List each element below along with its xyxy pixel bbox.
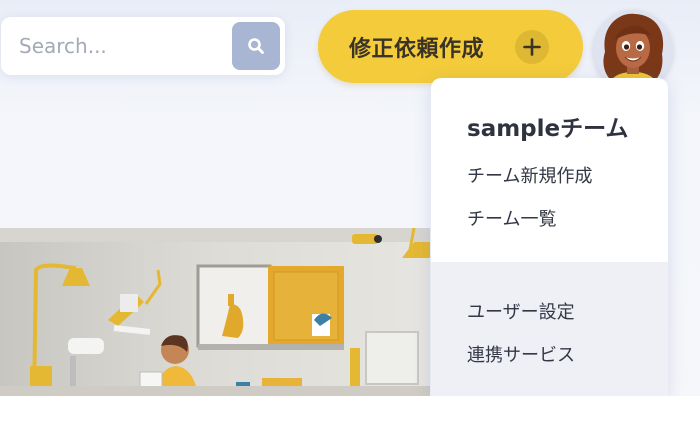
menu-item-user-settings[interactable]: ユーザー設定 xyxy=(467,298,575,324)
search-button[interactable] xyxy=(232,22,280,70)
search-input[interactable] xyxy=(19,31,219,61)
create-request-button[interactable]: 修正依頼作成 xyxy=(318,10,583,83)
menu-item-create-team[interactable]: チーム新規作成 xyxy=(467,162,592,188)
menu-item-team-list[interactable]: チーム一覧 xyxy=(467,205,556,231)
menu-item-integrations[interactable]: 連携サービス xyxy=(467,341,575,367)
plus-icon xyxy=(515,30,549,64)
create-request-label: 修正依頼作成 xyxy=(349,37,485,62)
current-team-name[interactable]: sampleチーム xyxy=(467,109,628,143)
dropdown-settings-section: ユーザー設定 連携サービス xyxy=(431,262,668,396)
app-background: 修正依頼作成 xyxy=(0,0,700,396)
hero-image xyxy=(0,228,430,396)
search-box xyxy=(1,17,285,75)
account-dropdown-menu: sampleチーム チーム新規作成 チーム一覧 ユーザー設定 連携サービス xyxy=(431,78,668,396)
search-icon xyxy=(248,38,264,54)
